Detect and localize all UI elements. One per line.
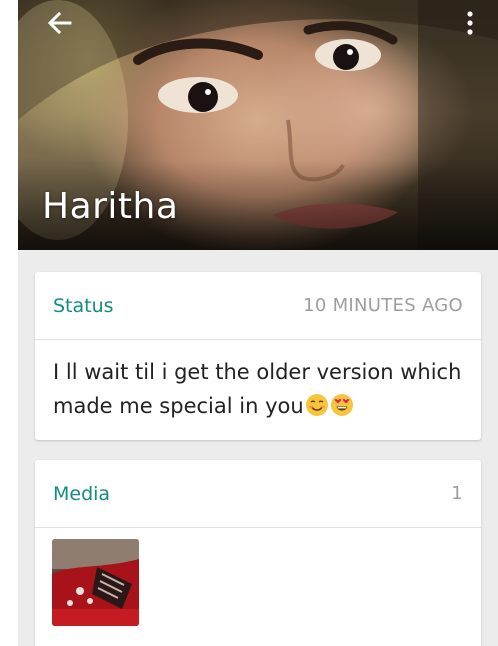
- status-text: I ll wait til i get the older version wh…: [53, 360, 462, 418]
- media-title: Media: [53, 482, 111, 505]
- more-options-button[interactable]: [458, 8, 482, 38]
- contact-name: Haritha: [42, 186, 179, 227]
- more-vertical-icon: [467, 11, 473, 35]
- contact-info-screen: Haritha Status 10 MINUTES AGO I ll wait …: [18, 0, 498, 646]
- smiling-face-icon: [305, 394, 328, 416]
- back-button[interactable]: [44, 8, 76, 38]
- status-title: Status: [53, 294, 114, 317]
- media-thumbnail[interactable]: [52, 539, 139, 626]
- status-card-header: Status 10 MINUTES AGO: [35, 272, 481, 340]
- media-count: 1: [451, 483, 463, 504]
- media-card-header[interactable]: Media 1: [35, 460, 481, 528]
- media-card: Media 1: [35, 460, 481, 646]
- media-image: [52, 539, 139, 626]
- status-time: 10 MINUTES AGO: [303, 295, 463, 316]
- status-card: Status 10 MINUTES AGO I ll wait til i ge…: [35, 272, 481, 440]
- arrow-left-icon: [47, 11, 72, 35]
- heart-eyes-face-icon: [330, 394, 353, 416]
- status-message: I ll wait til i get the older version wh…: [35, 340, 481, 423]
- profile-photo-header[interactable]: Haritha: [18, 0, 498, 250]
